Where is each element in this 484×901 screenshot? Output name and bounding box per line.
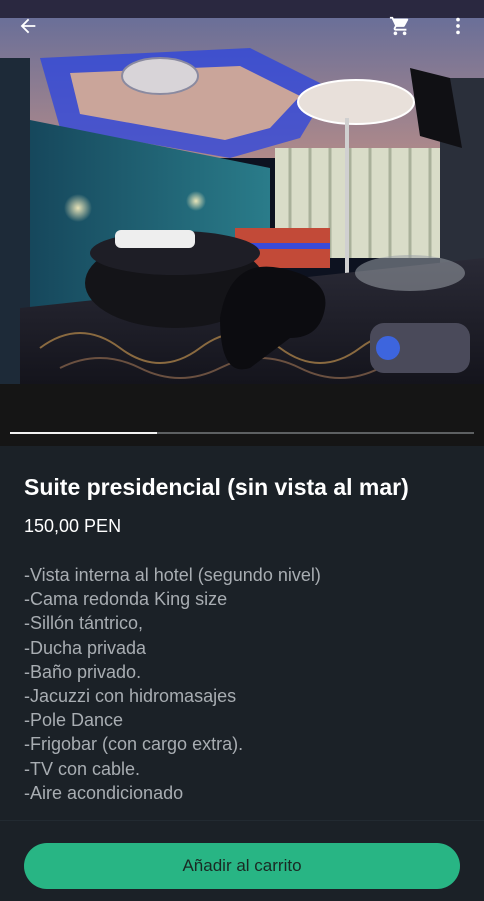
arrow-left-icon: [17, 15, 39, 42]
feature-item: -Aire acondicionado: [24, 782, 184, 803]
feature-item: -Pole Dance: [24, 710, 124, 731]
product-title: Suite presidencial (sin vista al mar): [24, 474, 409, 500]
shopping-cart-icon: [389, 15, 411, 42]
cart-button[interactable]: [382, 10, 418, 46]
feature-item: -Frigobar (con cargo extra).: [24, 734, 244, 755]
feature-item: -Cama redonda King size: [24, 589, 228, 610]
feature-item: -Baño privado.: [24, 661, 142, 682]
gallery-progress-track: [10, 432, 474, 434]
more-options-button[interactable]: [440, 10, 476, 46]
hero-image[interactable]: [0, 18, 484, 384]
gallery-footer: [0, 384, 484, 446]
back-button[interactable]: [10, 10, 46, 46]
feature-item: -TV con cable.: [24, 758, 141, 779]
feature-item: -Vista interna al hotel (segundo nivel): [24, 565, 321, 585]
add-to-cart-button[interactable]: Añadir al carrito: [24, 843, 460, 889]
top-app-bar: [0, 0, 484, 60]
feature-item: -Ducha privada: [24, 637, 147, 658]
gallery-progress-fill: [10, 432, 157, 434]
product-price: 150,00 PEN: [24, 516, 122, 536]
feature-list: -Vista interna al hotel (segundo nivel) …: [24, 563, 464, 805]
feature-item: -Sillón tántrico,: [24, 613, 144, 634]
more-vertical-icon: [447, 15, 469, 42]
feature-item: -Jacuzzi con hidromasajes: [24, 686, 237, 707]
